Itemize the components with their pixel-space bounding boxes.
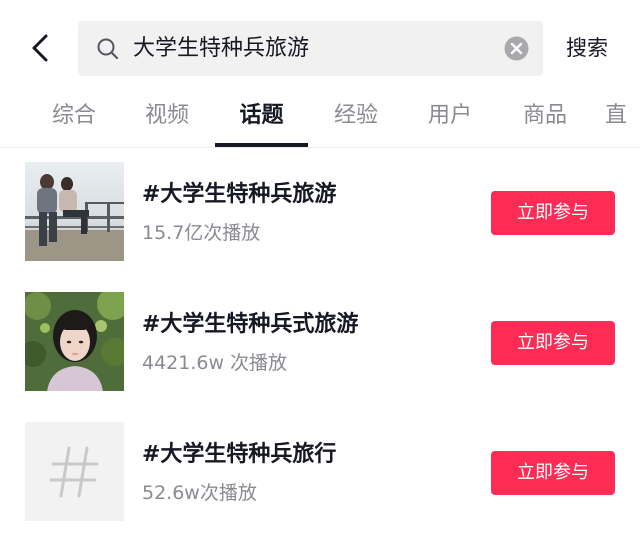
tab-products[interactable]: 商品 [499, 88, 591, 146]
chevron-left-icon [32, 34, 48, 62]
tab-bar: 综合 视频 话题 经验 用户 商品 直 [0, 88, 640, 148]
list-item[interactable]: #大学生特种兵旅游 15.7亿次播放 立即参与 [0, 162, 640, 262]
topic-title: #大学生特种兵旅游 [142, 182, 337, 207]
tab-users[interactable]: 用户 [404, 88, 496, 146]
tab-videos[interactable]: 视频 [121, 88, 213, 146]
tab-live[interactable]: 直 [605, 88, 640, 146]
search-bar[interactable]: 大学生特种兵旅游 [78, 21, 543, 76]
topic-title: #大学生特种兵旅行 [142, 442, 337, 467]
join-button[interactable]: 立即参与 [491, 451, 615, 495]
active-tab-indicator [215, 143, 308, 147]
photo-students-at-railing [25, 162, 124, 261]
list-item[interactable]: #大学生特种兵式旅游 4421.6w 次播放 立即参与 [0, 292, 640, 392]
search-icon [97, 38, 119, 60]
play-count: 52.6w次播放 [142, 482, 257, 504]
join-button[interactable]: 立即参与 [491, 191, 615, 235]
play-count: 15.7亿次播放 [142, 222, 261, 244]
search-button[interactable]: 搜索 [566, 28, 608, 68]
search-input[interactable]: 大学生特种兵旅游 [133, 21, 309, 76]
hashtag-placeholder-icon [25, 422, 124, 521]
tab-experience[interactable]: 经验 [310, 88, 402, 146]
back-button[interactable] [22, 28, 58, 68]
join-button[interactable]: 立即参与 [491, 321, 615, 365]
clear-circle-icon[interactable] [504, 36, 529, 61]
tab-general[interactable]: 综合 [28, 88, 120, 146]
topic-title: #大学生特种兵式旅游 [142, 312, 359, 337]
list-item[interactable]: #大学生特种兵旅行 52.6w次播放 立即参与 [0, 422, 640, 522]
play-count: 4421.6w 次播放 [142, 352, 288, 374]
photo-girl-portrait [25, 292, 124, 391]
tab-topics[interactable]: 话题 [215, 88, 308, 146]
